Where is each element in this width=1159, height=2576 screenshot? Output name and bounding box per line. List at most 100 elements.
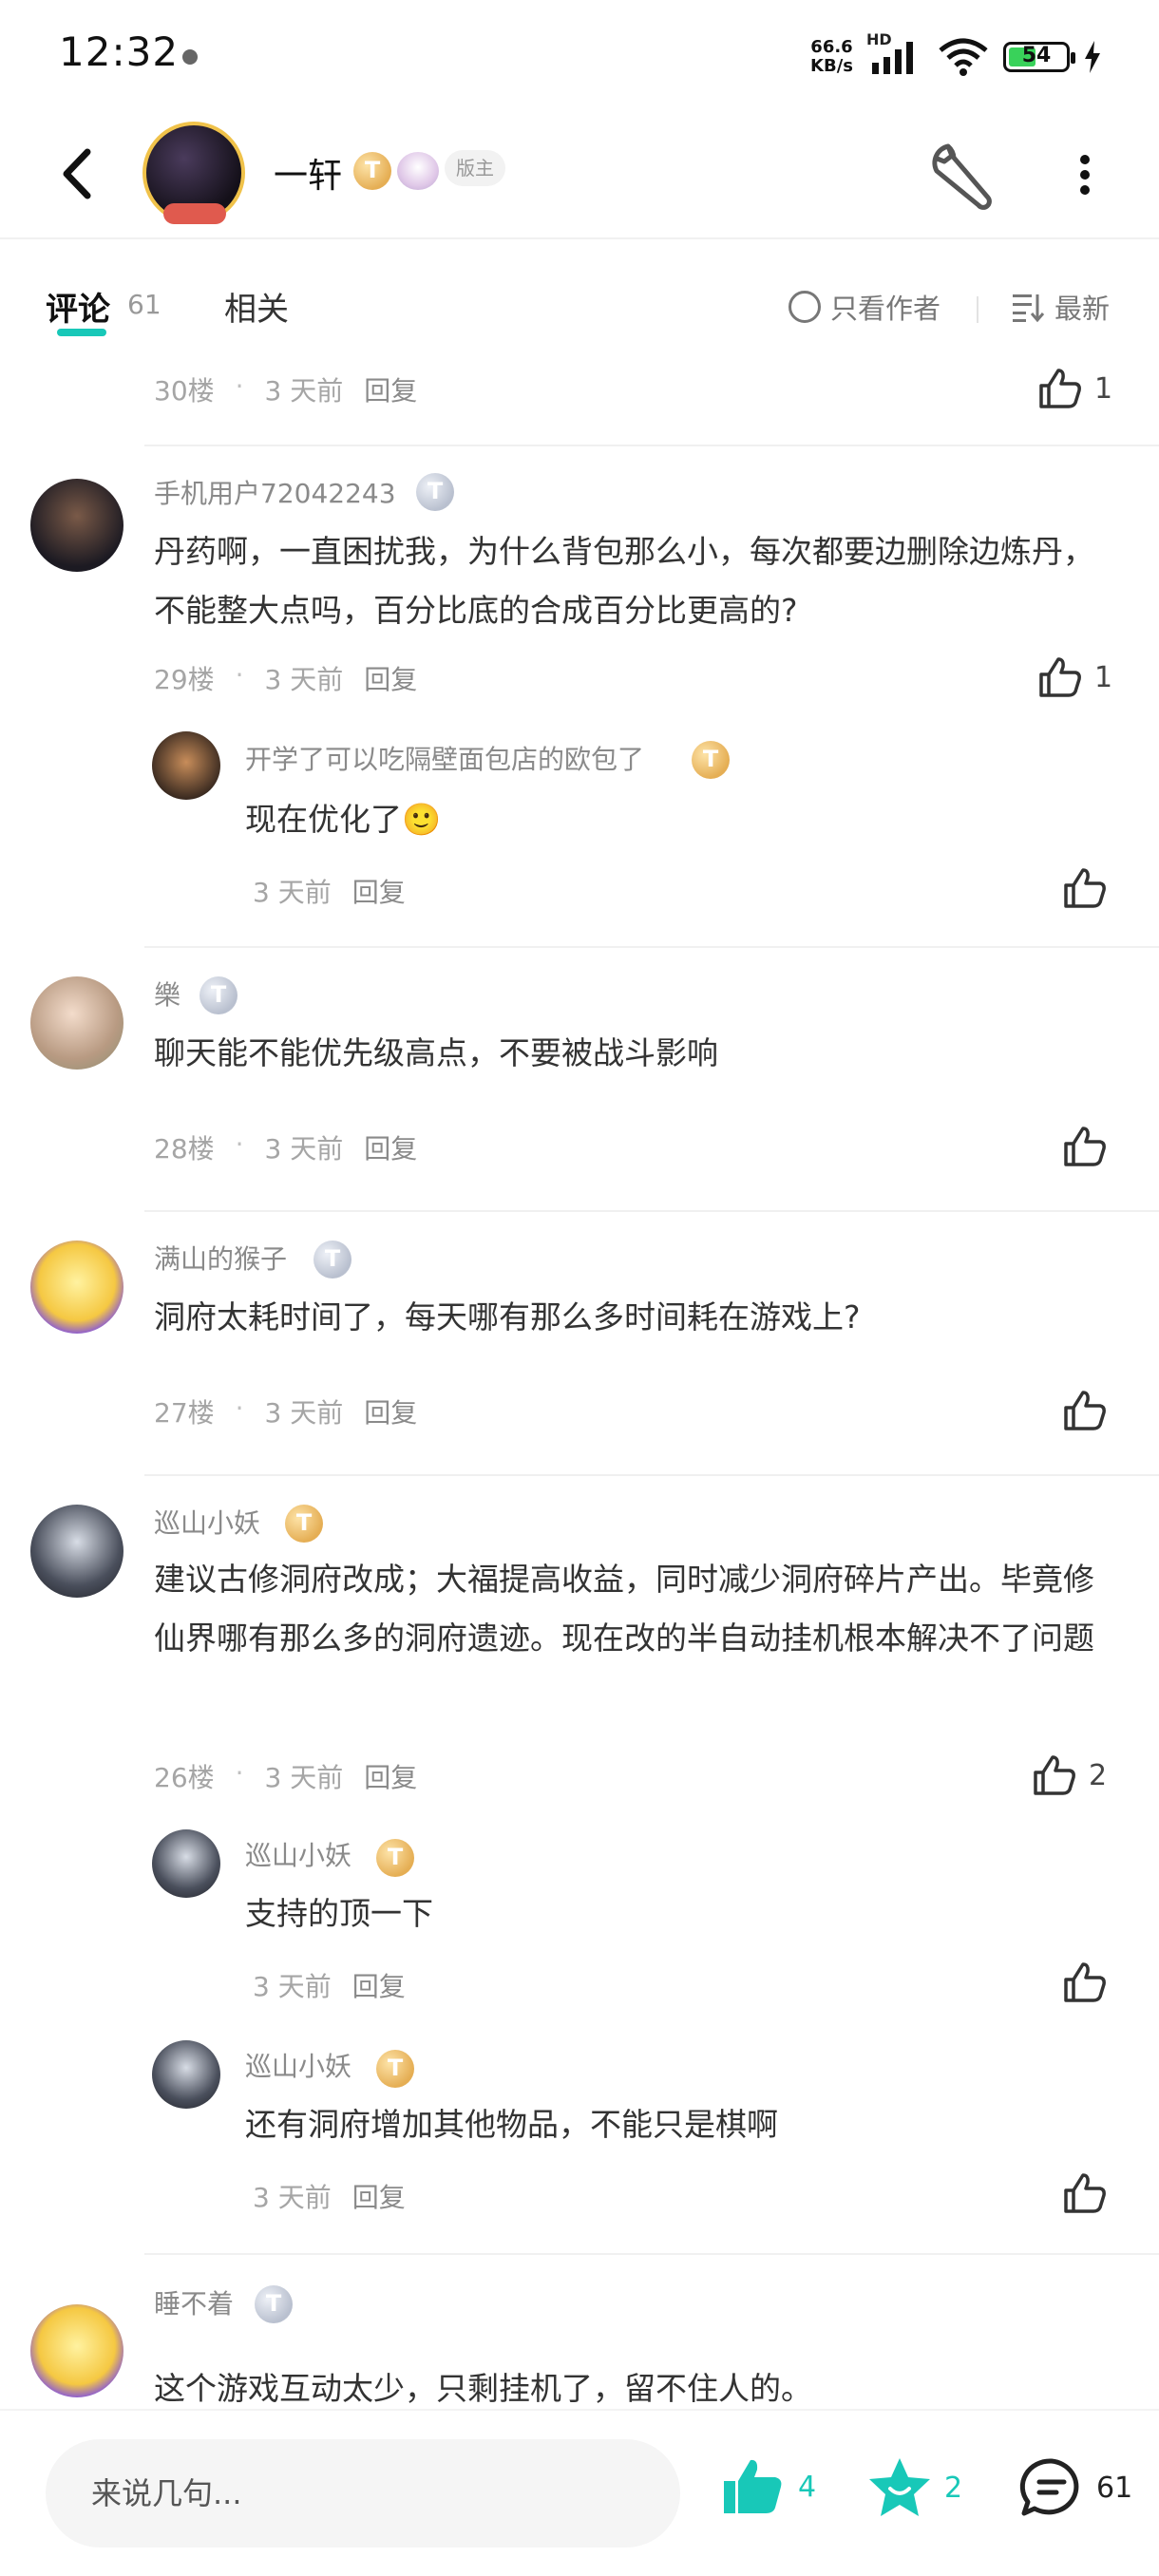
avatar-frame-tag — [163, 203, 226, 224]
reply-button[interactable]: 回复 — [352, 872, 406, 910]
meta-dot: · — [235, 1757, 244, 1789]
reply-button[interactable]: 回复 — [364, 370, 417, 408]
like-count: 1 — [1094, 660, 1113, 694]
network-speed-value: 66.6 — [810, 37, 853, 57]
reply-username[interactable]: 开学了可以吃隔壁面包店的欧包了 — [245, 739, 644, 777]
username[interactable]: 手机用户72042243 — [154, 473, 396, 511]
like-button[interactable] — [1062, 866, 1108, 910]
thumbs-up-icon — [1064, 1391, 1106, 1430]
author-name[interactable]: 一轩 — [274, 148, 342, 198]
like-button[interactable] — [1062, 1389, 1108, 1432]
comment-text: 丹药啊，一直困扰我，为什么背包那么小，每次都要边删除边炼丹，不能整大点吗，百分比… — [154, 533, 1094, 629]
reply-username[interactable]: 巡山小妖 — [245, 2046, 352, 2084]
username[interactable]: 满山的猴子 — [154, 1239, 287, 1277]
username[interactable]: 樂 — [154, 975, 180, 1013]
status-bar: 12:32 66.6 KB/s HD 54 — [0, 0, 1159, 112]
reply-avatar[interactable] — [152, 2040, 220, 2109]
tab-comments[interactable]: 评论 — [46, 283, 110, 330]
comment-input[interactable] — [91, 2439, 642, 2548]
only-author-toggle[interactable]: 只看作者 — [788, 287, 940, 327]
reply-button[interactable]: 回复 — [364, 1757, 417, 1795]
battery-level: 54 — [1021, 44, 1052, 67]
more-options-icon[interactable] — [1064, 141, 1106, 209]
reply-time: 3 天前 — [253, 877, 332, 908]
divider — [977, 296, 978, 323]
level-badge-icon: T — [416, 473, 454, 511]
floor-number: 28楼 — [154, 1133, 215, 1165]
level-letter: T — [324, 1245, 341, 1272]
level-badge-icon: T — [692, 741, 730, 779]
thumbs-up-icon — [1039, 369, 1081, 408]
reply-avatar[interactable] — [152, 1829, 220, 1898]
meta-dot: · — [235, 659, 244, 691]
reply-button[interactable]: 回复 — [364, 659, 417, 697]
tab-related[interactable]: 相关 — [224, 283, 289, 330]
battery-icon: 54 — [1003, 42, 1075, 72]
level-badge-icon: T — [255, 2285, 293, 2323]
reply-button[interactable]: 回复 — [352, 1966, 406, 2004]
like-button[interactable]: 2 — [1032, 1753, 1107, 1797]
status-time: 12:32 — [59, 28, 180, 75]
level-badge-icon: T — [314, 1241, 352, 1279]
post-like-count: 4 — [798, 2470, 817, 2504]
user-avatar[interactable] — [30, 1505, 124, 1598]
thumbs-up-icon — [1064, 2173, 1106, 2213]
user-avatar[interactable] — [30, 1241, 124, 1334]
like-button[interactable]: 1 — [1037, 367, 1112, 410]
favorite-count: 2 — [944, 2471, 963, 2505]
like-count: 2 — [1089, 1758, 1108, 1792]
reply-time: 3 天前 — [253, 2182, 332, 2213]
back-arrow-icon[interactable] — [49, 141, 106, 207]
comment-time: 3 天前 — [264, 1397, 344, 1429]
thumbs-up-filled-icon — [724, 2459, 782, 2513]
comment-text: 洞府太耗时间了，每天哪有那么多时间耗在游戏上? — [154, 1298, 861, 1335]
user-avatar[interactable] — [30, 976, 124, 1070]
meta-dot: · — [235, 1128, 244, 1160]
user-avatar[interactable] — [30, 2304, 124, 2397]
like-button[interactable] — [1062, 2171, 1108, 2215]
bottom-action-bar: 4 2 61 — [0, 2409, 1159, 2576]
wrench-icon[interactable] — [923, 137, 999, 213]
reply-button[interactable]: 回复 — [352, 2177, 406, 2215]
level-letter: T — [702, 746, 719, 772]
comment-time: 3 天前 — [264, 664, 344, 695]
thumbs-up-icon — [1064, 1962, 1106, 2002]
sort-button[interactable]: 最新 — [1011, 287, 1110, 327]
meta-dot: · — [235, 1392, 244, 1424]
level-letter: T — [210, 981, 227, 1008]
like-button[interactable] — [1062, 1960, 1108, 2004]
reply-username[interactable]: 巡山小妖 — [245, 1835, 352, 1873]
like-button[interactable] — [1062, 1125, 1108, 1168]
level-letter: T — [387, 1844, 404, 1870]
comments-count: 61 — [1096, 2471, 1133, 2505]
level-letter: T — [265, 2290, 282, 2317]
network-type: HD — [866, 30, 892, 48]
username[interactable]: 巡山小妖 — [154, 1503, 260, 1541]
level-letter: T — [364, 157, 381, 183]
network-speed-unit: KB/s — [810, 56, 853, 76]
notification-dot-icon — [182, 49, 198, 65]
like-button[interactable]: 1 — [1037, 655, 1112, 699]
separator — [144, 946, 1159, 948]
separator — [144, 2253, 1159, 2255]
reply-avatar[interactable] — [152, 731, 220, 800]
meta-dot: · — [235, 370, 244, 402]
comment-count: 61 — [127, 289, 162, 320]
user-avatar[interactable] — [30, 479, 124, 572]
username[interactable]: 睡不着 — [154, 2283, 234, 2321]
comment-meta: 30楼 · 3 天前 回复 — [154, 370, 417, 408]
level-badge-icon: T — [285, 1505, 323, 1543]
comment-meta: 26楼 · 3 天前 回复 — [154, 1757, 417, 1795]
comments-button[interactable]: 61 — [1018, 2456, 1132, 2519]
comment-time: 3 天前 — [264, 1133, 344, 1165]
post-like-button[interactable]: 4 — [720, 2456, 816, 2517]
comment-input-box[interactable] — [46, 2439, 680, 2548]
reply-button[interactable]: 回复 — [364, 1392, 417, 1430]
floor-number: 30楼 — [154, 375, 215, 407]
post-header: 一轩 T 版主 — [0, 112, 1159, 239]
level-letter: T — [387, 2055, 404, 2081]
comment-list[interactable]: 30楼 · 3 天前 回复 1 手机用户72042243 T 丹药啊，一直困扰我… — [0, 365, 1159, 2409]
reply-button[interactable]: 回复 — [364, 1128, 417, 1166]
favorite-button[interactable]: 2 — [866, 2456, 962, 2519]
reply-meta: 3 天前 回复 — [253, 1966, 406, 2004]
